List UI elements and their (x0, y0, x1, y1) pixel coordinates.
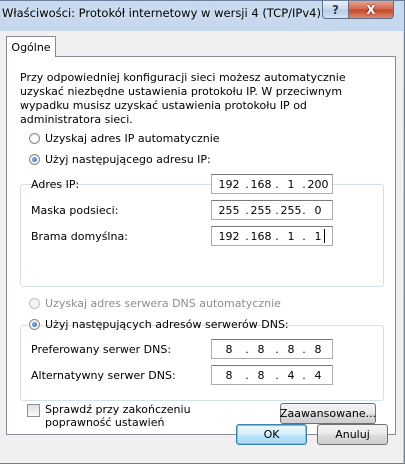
dialog-client: Ogólne Przy odpowiedniej konfiguracji si… (0, 31, 403, 463)
radio-ip-auto-label: Uzyskaj adres IP automatycznie (45, 132, 220, 145)
octet: 8 (257, 369, 265, 382)
octet: 8 (257, 343, 265, 356)
octet: 168 (250, 178, 272, 191)
radio-dns-manual-indicator[interactable] (29, 319, 40, 330)
preferred-dns-label: Preferowany serwer DNS: (31, 343, 172, 356)
octet: 192 (218, 178, 240, 191)
octet: 8 (225, 343, 233, 356)
default-gateway-row: Brama domyślna: 192 . 168 . 1 . 1 (31, 226, 371, 246)
ok-button[interactable]: OK (236, 424, 307, 445)
octet: 255 (250, 204, 272, 217)
help-icon: ? (332, 2, 339, 17)
cancel-button[interactable]: Anuluj (317, 424, 388, 445)
alternate-dns-row: Alternatywny serwer DNS: 8 . 8 . 4 . 4 (31, 365, 371, 385)
alternate-dns-label: Alternatywny serwer DNS: (31, 369, 176, 382)
octet: 8 (287, 343, 295, 356)
preferred-dns-input[interactable]: 8 . 8 . 8 . 8 (211, 339, 333, 359)
octet: 200 (307, 178, 329, 191)
octet: 4 (314, 369, 322, 382)
radio-ip-manual-indicator[interactable] (29, 154, 40, 165)
octet: 255 (280, 204, 302, 217)
octet: 1 (314, 230, 322, 243)
tab-label: Ogólne (11, 40, 51, 54)
alternate-dns-input[interactable]: 8 . 8 . 4 . 4 (211, 365, 333, 385)
window-title: Właściwości: Protokół internetowy w wers… (2, 6, 321, 20)
default-gateway-label: Brama domyślna: (31, 230, 128, 243)
title-bar[interactable]: Właściwości: Protokół internetowy w wers… (0, 1, 403, 25)
subnet-mask-row: Maska podsieci: 255 . 255 . 255 . 0 (31, 200, 371, 220)
octet: 192 (218, 230, 240, 243)
advanced-button[interactable]: Zaawansowane... (280, 403, 376, 424)
general-tab-panel: Przy odpowiedniej konfiguracji sieci moż… (6, 56, 396, 435)
radio-ip-auto[interactable]: Uzyskaj adres IP automatycznie (29, 132, 220, 145)
intro-text: Przy odpowiedniej konfiguracji sieci moż… (20, 71, 346, 126)
radio-dns-manual[interactable]: Użyj następujących adresów serwerów DNS: (29, 318, 289, 331)
radio-dns-auto[interactable]: Uzyskaj adres serwera DNS automatycznie (29, 297, 281, 310)
octet: 4 (287, 369, 295, 382)
close-icon: X (366, 2, 376, 17)
text-caret (324, 229, 325, 243)
ip-address-label: Adres IP: (31, 178, 80, 191)
octet: 255 (218, 204, 240, 217)
radio-ip-manual-label: Użyj następującego adresu IP: (45, 153, 211, 166)
validate-settings-label: Sprawdź przy zakończeniu poprawność usta… (45, 403, 191, 429)
preferred-dns-row: Preferowany serwer DNS: 8 . 8 . 8 . 8 (31, 339, 371, 359)
validate-settings-checkbox[interactable] (27, 404, 40, 417)
octet: 1 (287, 230, 295, 243)
octet: 8 (314, 343, 322, 356)
octet: 168 (250, 230, 272, 243)
subnet-mask-input[interactable]: 255 . 255 . 255 . 0 (211, 200, 333, 220)
subnet-mask-label: Maska podsieci: (31, 204, 119, 217)
octet: 0 (314, 204, 322, 217)
octet: 8 (225, 369, 233, 382)
default-gateway-input[interactable]: 192 . 168 . 1 . 1 (211, 226, 333, 246)
help-button[interactable]: ? (322, 1, 349, 19)
tab-general[interactable]: Ogólne (6, 36, 56, 57)
radio-ip-manual[interactable]: Użyj następującego adresu IP: (29, 153, 211, 166)
close-button[interactable]: X (348, 1, 394, 19)
ip-address-row: Adres IP: 192 . 168 . 1 . 200 (31, 174, 371, 194)
octet: 1 (287, 178, 295, 191)
radio-ip-auto-indicator[interactable] (29, 133, 40, 144)
dns-group (20, 325, 384, 401)
dialog-window: Właściwości: Protokół internetowy w wers… (0, 0, 405, 464)
radio-dns-auto-indicator[interactable] (29, 298, 40, 309)
radio-dns-auto-label: Uzyskaj adres serwera DNS automatycznie (45, 297, 281, 310)
radio-dns-manual-label: Użyj następujących adresów serwerów DNS: (45, 318, 289, 331)
ip-address-input[interactable]: 192 . 168 . 1 . 200 (211, 174, 333, 194)
